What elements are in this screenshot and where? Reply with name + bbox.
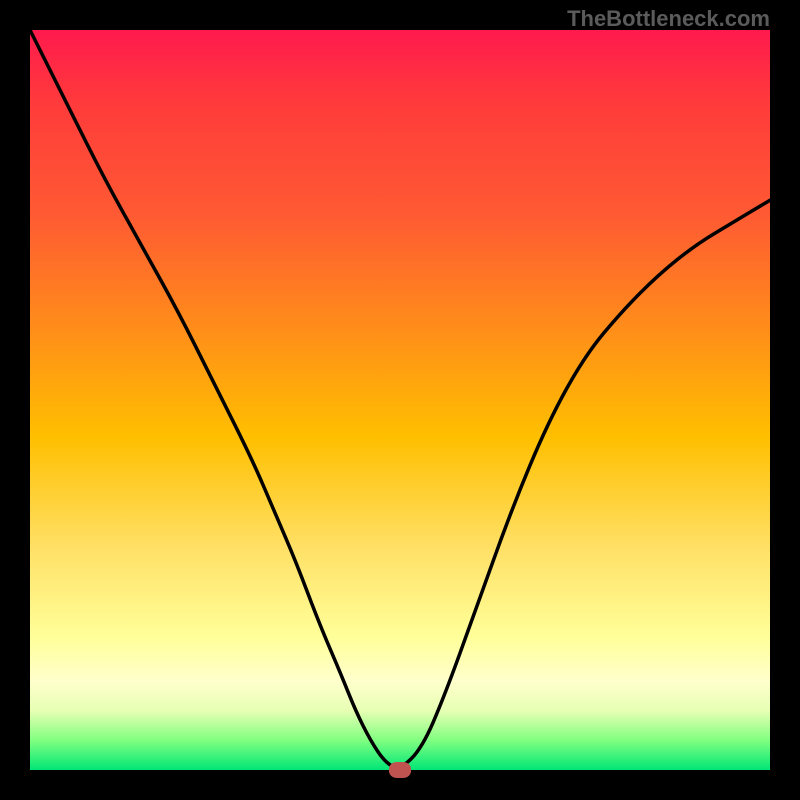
- optimal-point-marker: [389, 762, 411, 778]
- chart-frame: TheBottleneck.com: [0, 0, 800, 800]
- watermark-text: TheBottleneck.com: [567, 6, 770, 32]
- plot-area: [30, 30, 770, 770]
- bottleneck-curve: [30, 30, 770, 770]
